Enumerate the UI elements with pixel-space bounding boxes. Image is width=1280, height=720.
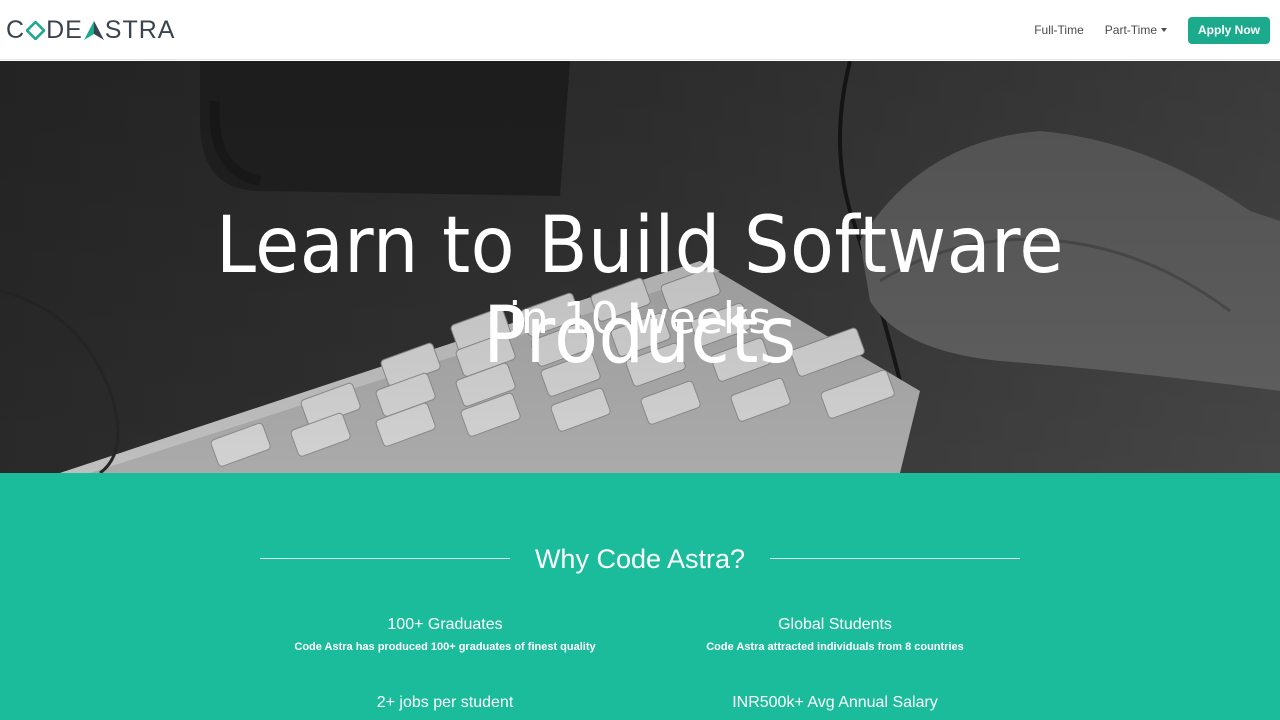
feature-jobs: 2+ jobs per student (250, 693, 640, 718)
why-title-row: Why Code Astra? (260, 543, 1020, 575)
feature-global-students: Global Students Code Astra attracted ind… (640, 615, 1030, 654)
nav-links: Full-Time Part-Time Apply Now (1034, 0, 1270, 60)
feature-heading: 2+ jobs per student (376, 694, 514, 711)
brand-letters-de: DE (46, 16, 83, 44)
triangle-a-logo-icon (83, 14, 105, 46)
brand-letter-c: C (6, 16, 26, 44)
why-section: Why Code Astra? 100+ Graduates Code Astr… (0, 473, 1280, 720)
feature-heading: Global Students (778, 616, 892, 633)
feature-description: Code Astra attracted individuals from 8 … (706, 641, 964, 653)
feature-heading: INR500k+ Avg Annual Salary (732, 694, 938, 711)
diamond-logo-icon (26, 14, 46, 46)
why-title: Why Code Astra? (534, 544, 746, 574)
hero-section: Learn to Build Software Products in 10 w… (0, 61, 1280, 473)
nav-full-time[interactable]: Full-Time (1034, 0, 1084, 60)
feature-salary: INR500k+ Avg Annual Salary (640, 693, 1030, 718)
divider-right (770, 558, 1020, 559)
top-navbar: C DE STRA Full-Time Part-Time Apply Now (0, 0, 1280, 60)
feature-graduates: 100+ Graduates Code Astra has produced 1… (250, 615, 640, 654)
feature-description: Code Astra has produced 100+ graduates o… (294, 641, 596, 653)
nav-part-time-dropdown[interactable]: Part-Time (1105, 0, 1167, 60)
divider-left (260, 558, 510, 559)
brand-letters-stra: STRA (104, 16, 176, 44)
feature-heading: 100+ Graduates (387, 616, 503, 633)
brand-logo[interactable]: C DE STRA (6, 14, 175, 46)
apply-now-button[interactable]: Apply Now (1188, 16, 1270, 44)
caret-down-icon (1161, 28, 1167, 33)
hero-subtitle: in 10 weeks (508, 293, 772, 344)
hero-title: Learn to Build Software Products (215, 201, 1065, 381)
nav-part-time-label: Part-Time (1104, 23, 1157, 37)
